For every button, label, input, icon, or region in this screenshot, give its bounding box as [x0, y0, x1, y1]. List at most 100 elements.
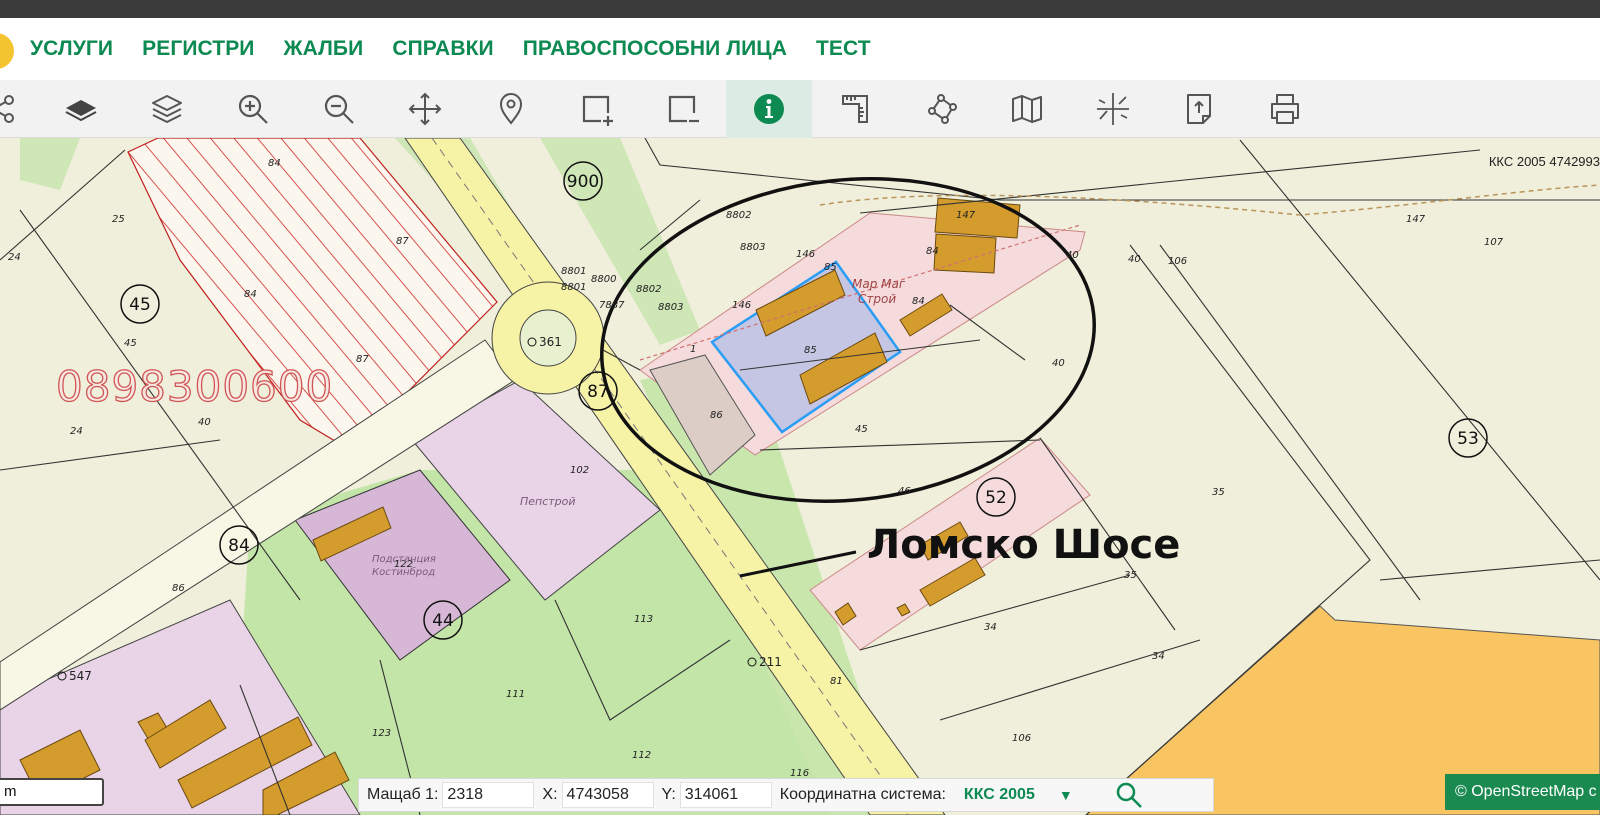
parcel-number: 8801	[561, 282, 586, 293]
layers-tool-button[interactable]	[124, 80, 210, 138]
info-icon	[754, 94, 784, 124]
layer-solid-icon	[65, 100, 97, 122]
region-number: 53	[1457, 429, 1479, 449]
parcel-number: 24	[70, 426, 83, 437]
zoom-out-button[interactable]	[296, 80, 382, 138]
green-area	[20, 138, 80, 190]
point-label: 361	[539, 335, 562, 349]
nav-menu: УСЛУГИ РЕГИСТРИ ЖАЛБИ СПРАВКИ ПРАВОСПОСО…	[30, 18, 871, 80]
nav-item-test[interactable]: ТЕСТ	[816, 37, 871, 61]
status-bar: Мащаб 1: 2318 X: 4743058 Y: 314061 Коорд…	[358, 778, 1214, 812]
parcel-number: 85	[824, 262, 837, 273]
map-toolbar	[0, 80, 1600, 138]
zoom-in-icon	[238, 94, 268, 124]
parcel-number: 8801	[561, 266, 586, 277]
nav-item-complaints[interactable]: ЖАЛБИ	[284, 37, 364, 61]
info-button[interactable]	[726, 80, 812, 138]
location-pin-button[interactable]	[468, 80, 554, 138]
parcel-number: 34	[1152, 651, 1165, 662]
parcel-number: 102	[570, 465, 589, 476]
layers-icon	[152, 95, 182, 123]
export-button[interactable]	[1156, 80, 1242, 138]
scale-input[interactable]: m	[0, 778, 104, 806]
pan-button[interactable]	[382, 80, 468, 138]
parcel-number: 1	[690, 344, 696, 355]
coord-system-value[interactable]: ККС 2005	[964, 786, 1035, 804]
y-value-field[interactable]: 314061	[679, 782, 772, 808]
parcel-number: 81	[830, 676, 843, 687]
point-label: 211	[759, 655, 782, 669]
measure-button[interactable]	[812, 80, 898, 138]
parcel-number: 40	[1052, 358, 1065, 369]
parcel-number: 85	[804, 345, 817, 356]
x-value-field[interactable]: 4743058	[561, 782, 654, 808]
zoom-in-button[interactable]	[210, 80, 296, 138]
print-icon	[1271, 94, 1299, 124]
osm-attribution-button[interactable]: © OpenStreetMap c	[1445, 774, 1600, 810]
scale-label: Мащаб 1:	[367, 786, 439, 803]
map-view[interactable]: 900 45 87 84 44 52 53 361 547 211 84 25 24 87 84 45 87…	[0, 138, 1600, 815]
coord-system-caption: Координатна система:	[779, 786, 946, 803]
parcel-number: 111	[506, 689, 525, 700]
map-icon	[1012, 95, 1042, 123]
window-top-strip	[0, 0, 1600, 18]
parcel-number: 8800	[591, 274, 616, 285]
parcel-number: 35	[1212, 487, 1225, 498]
nav-item-licensed-persons[interactable]: ПРАВОСПОСОБНИ ЛИЦА	[523, 37, 787, 61]
share-icon	[0, 95, 14, 123]
coordinates-button[interactable]	[1070, 80, 1156, 138]
parcel-number: 84	[268, 158, 281, 169]
parcel-number: 8803	[658, 302, 683, 313]
base-layer-tool-button[interactable]	[38, 80, 124, 138]
parcel-number: 45	[855, 424, 868, 435]
cadastral-map-canvas[interactable]: 900 45 87 84 44 52 53 361 547 211 84 25 24 87 84 45 87…	[0, 138, 1600, 815]
search-icon	[1116, 782, 1142, 808]
polygon-button[interactable]	[898, 80, 984, 138]
coord-system-dropdown[interactable]: ▼	[1059, 787, 1073, 803]
print-button[interactable]	[1242, 80, 1328, 138]
parcel-number: 25	[112, 214, 125, 225]
parcel-number: 87	[356, 354, 369, 365]
select-remove-button[interactable]	[640, 80, 726, 138]
nav-item-registers[interactable]: РЕГИСТРИ	[142, 37, 254, 61]
parcel-number: 146	[732, 300, 751, 311]
parcel-number: 8802	[636, 284, 661, 295]
select-add-button[interactable]	[554, 80, 640, 138]
parcel-number: 7887	[599, 300, 625, 311]
parcel-number: 84	[244, 289, 257, 300]
region-number: 45	[129, 295, 151, 315]
parcel-number: 45	[124, 338, 137, 349]
street-annotation: Ломско Шосе	[867, 522, 1181, 568]
polygon-icon	[928, 94, 957, 124]
pepstroy-label: Пепстрой	[520, 495, 576, 508]
scale-value-field[interactable]: 2318	[442, 782, 535, 808]
region-number: 900	[567, 172, 599, 192]
parcel-number: 86	[710, 410, 723, 421]
parcel-number: 40	[198, 417, 211, 428]
parcel-number: 106	[1012, 733, 1031, 744]
map-button[interactable]	[984, 80, 1070, 138]
coordinates-icon	[1097, 93, 1129, 125]
parcel-number: 35	[1124, 570, 1137, 581]
nav-item-services[interactable]: УСЛУГИ	[30, 37, 113, 61]
phone-watermark: 0898300600	[55, 361, 334, 411]
coord-search-button[interactable]	[1113, 779, 1145, 811]
parcel-number: 123	[372, 728, 391, 739]
parcel-number: 147	[1406, 214, 1426, 225]
parcel-number: 147	[956, 210, 976, 221]
region-number: 84	[228, 536, 250, 556]
pan-icon	[408, 92, 442, 126]
measure-icon	[842, 95, 868, 123]
parcel-number: 113	[634, 614, 653, 625]
nav-item-references[interactable]: СПРАВКИ	[392, 37, 493, 61]
coord-system-label: ККС 2005 4742993	[1488, 154, 1600, 169]
logo-icon[interactable]	[0, 33, 14, 69]
y-label: Y:	[661, 786, 676, 803]
parcel-number: 24	[8, 252, 21, 263]
region-number: 44	[432, 611, 454, 631]
parcel-number: 8802	[726, 210, 751, 221]
region-number: 52	[985, 488, 1007, 508]
parcel-number: 34	[984, 622, 997, 633]
parcel-number: 40	[1128, 254, 1141, 265]
region-number: 87	[587, 382, 609, 402]
